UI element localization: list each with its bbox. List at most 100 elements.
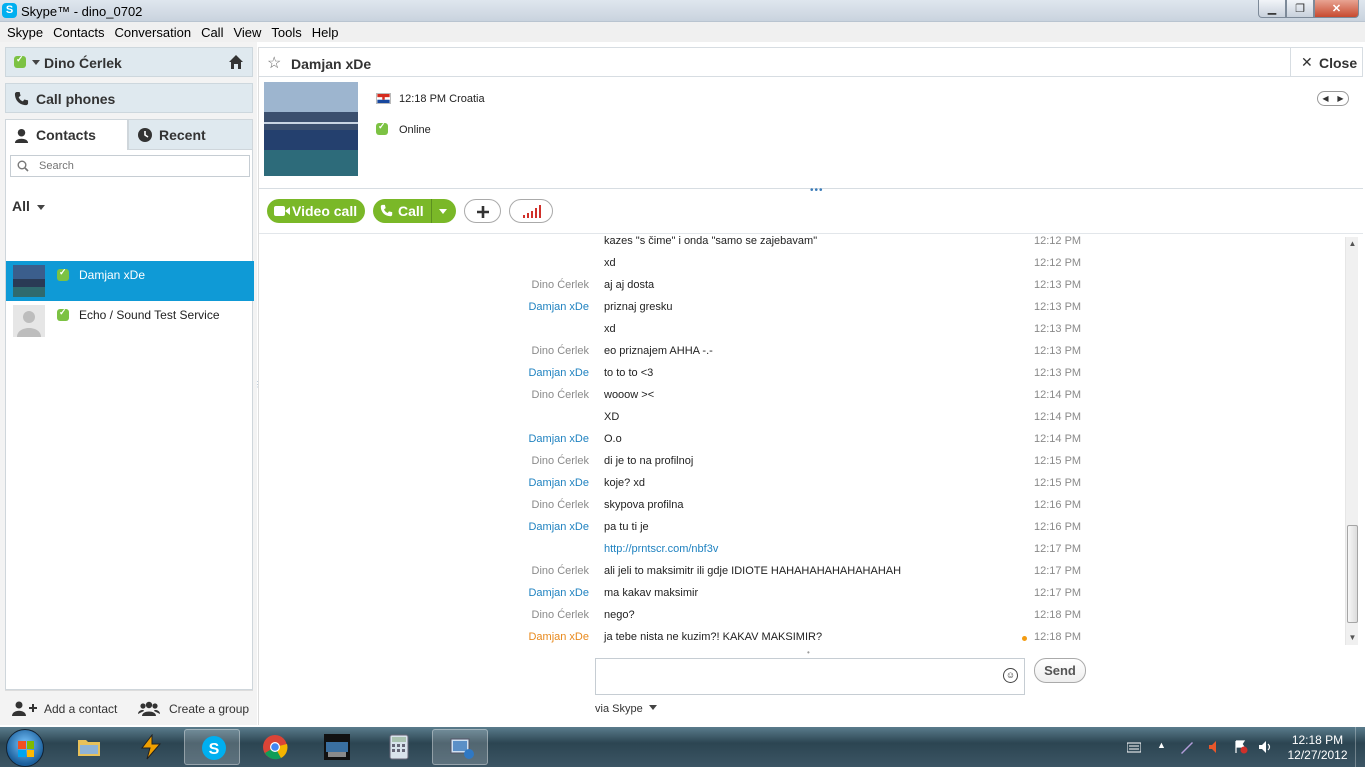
message-author[interactable]: Dino Ćerlek bbox=[532, 389, 589, 401]
chat-message: kazes "s čime" i onda "samo se zajebavam… bbox=[259, 235, 1349, 257]
call-quality-button[interactable] bbox=[509, 199, 553, 223]
message-input[interactable] bbox=[596, 659, 986, 692]
chat-history: kazes "s čime" i onda "samo se zajebavam… bbox=[259, 235, 1349, 655]
add-participant-button[interactable] bbox=[464, 199, 501, 223]
message-author[interactable]: Damjan xDe bbox=[528, 587, 589, 599]
taskbar-screenshot-tool[interactable] bbox=[432, 729, 488, 765]
contacts-filter[interactable]: All bbox=[12, 198, 45, 214]
message-author[interactable]: Damjan xDe bbox=[528, 631, 589, 643]
phone-icon bbox=[14, 91, 29, 106]
arrow-left-icon[interactable]: ◀ bbox=[1322, 94, 1328, 103]
search-input[interactable] bbox=[39, 159, 239, 173]
show-desktop-button[interactable] bbox=[1355, 727, 1365, 767]
composer-resize-grip[interactable]: • bbox=[807, 648, 810, 657]
message-author[interactable]: Damjan xDe bbox=[528, 433, 589, 445]
tab-recent-label: Recent bbox=[159, 127, 206, 143]
conversation-title: Damjan xDe bbox=[291, 56, 372, 72]
close-window-button[interactable]: ✕ bbox=[1314, 0, 1359, 18]
taskbar-skype[interactable]: S bbox=[184, 729, 240, 765]
message-author[interactable]: Damjan xDe bbox=[528, 477, 589, 489]
call-phones-button[interactable]: Call phones bbox=[5, 83, 253, 113]
skype-icon: S bbox=[202, 736, 226, 760]
minimize-button[interactable]: ▁ bbox=[1258, 0, 1286, 18]
message-author[interactable]: Dino Ćerlek bbox=[532, 565, 589, 577]
start-button[interactable] bbox=[6, 729, 44, 767]
message-author[interactable]: Dino Ćerlek bbox=[532, 345, 589, 357]
contacts-panel: All Damjan xDe Echo / Sound Test Service bbox=[5, 150, 254, 690]
menu-help[interactable]: Help bbox=[307, 22, 344, 42]
contact-photo[interactable] bbox=[264, 82, 358, 176]
call-button[interactable]: Call bbox=[373, 199, 456, 223]
message-author[interactable]: Damjan xDe bbox=[528, 521, 589, 533]
message-author[interactable]: Dino Ćerlek bbox=[532, 279, 589, 291]
group-icon bbox=[138, 701, 160, 716]
message-composer: ☺ bbox=[595, 658, 1025, 695]
tab-contacts[interactable]: Contacts bbox=[5, 119, 128, 150]
scroll-up-icon[interactable]: ▲ bbox=[1347, 239, 1358, 251]
taskbar-nfs[interactable] bbox=[308, 729, 364, 765]
message-author[interactable]: Damjan xDe bbox=[528, 367, 589, 379]
call-phones-label: Call phones bbox=[36, 91, 116, 107]
message-text: ja tebe nista ne kuzim?! KAKAV MAKSIMIR? bbox=[604, 631, 823, 643]
contact-item[interactable]: Echo / Sound Test Service bbox=[6, 301, 254, 341]
menu-skype[interactable]: Skype bbox=[2, 22, 48, 42]
local-time: 12:18 PM Croatia bbox=[399, 93, 485, 105]
chat-message: Dino Ćerlek wooow >< 12:14 PM bbox=[259, 389, 1349, 411]
show-hidden-icons[interactable]: ▲ bbox=[1157, 740, 1171, 754]
message-link[interactable]: http://prntscr.com/nbf3v bbox=[604, 543, 718, 555]
contact-name: Damjan xDe bbox=[79, 268, 146, 282]
video-call-button[interactable]: Video call bbox=[267, 199, 365, 223]
pen-icon[interactable] bbox=[1180, 740, 1194, 754]
chevron-down-icon[interactable] bbox=[439, 209, 447, 214]
chat-message: xd 12:12 PM bbox=[259, 257, 1349, 279]
menu-view[interactable]: View bbox=[228, 22, 266, 42]
chat-scrollbar[interactable]: ▲ ▼ bbox=[1345, 237, 1358, 645]
taskbar-chrome[interactable] bbox=[246, 729, 302, 765]
arrow-right-icon[interactable]: ▶ bbox=[1337, 94, 1343, 103]
splitter-handle[interactable]: ⋮ bbox=[254, 381, 262, 389]
message-author[interactable]: Damjan xDe bbox=[528, 301, 589, 313]
message-text: di je to na profilnoj bbox=[604, 455, 694, 467]
message-time: 12:12 PM bbox=[1034, 257, 1082, 269]
chevron-down-icon[interactable] bbox=[32, 60, 40, 65]
contact-item[interactable]: Damjan xDe bbox=[6, 261, 254, 301]
action-center-icon[interactable] bbox=[1234, 740, 1248, 754]
taskbar-calculator[interactable] bbox=[370, 729, 426, 765]
maximize-button[interactable]: ❐ bbox=[1286, 0, 1314, 18]
menu-tools[interactable]: Tools bbox=[266, 22, 306, 42]
message-author[interactable]: Dino Ćerlek bbox=[532, 609, 589, 621]
screenshot-tool-icon bbox=[450, 738, 474, 759]
message-author[interactable]: Dino Ćerlek bbox=[532, 499, 589, 511]
scroll-thumb[interactable] bbox=[1347, 525, 1358, 623]
message-author[interactable]: Dino Ćerlek bbox=[532, 455, 589, 467]
scroll-down-icon[interactable]: ▼ bbox=[1347, 633, 1358, 645]
system-clock[interactable]: 12:18 PM 12/27/2012 bbox=[1285, 733, 1350, 763]
message-time: 12:17 PM bbox=[1034, 543, 1082, 555]
message-text: priznaj gresku bbox=[604, 301, 673, 313]
send-button[interactable]: Send bbox=[1034, 658, 1086, 683]
menu-contacts[interactable]: Contacts bbox=[48, 22, 109, 42]
menu-conversation[interactable]: Conversation bbox=[109, 22, 196, 42]
star-icon[interactable]: ☆ bbox=[267, 53, 281, 73]
message-text: xd bbox=[604, 257, 616, 269]
profile-bar[interactable]: Dino Ćerlek bbox=[5, 47, 253, 77]
home-icon[interactable] bbox=[228, 54, 244, 70]
send-via-selector[interactable]: via Skype bbox=[595, 703, 657, 715]
taskbar-explorer[interactable] bbox=[60, 729, 116, 765]
audio-app-icon[interactable] bbox=[1207, 740, 1221, 754]
close-conversation-button[interactable]: ✕ Close bbox=[1290, 48, 1362, 77]
message-text: nego? bbox=[604, 609, 635, 621]
tab-recent[interactable]: Recent bbox=[128, 119, 253, 150]
button-divider bbox=[431, 199, 432, 223]
online-status-icon bbox=[57, 267, 69, 281]
keyboard-icon[interactable] bbox=[1127, 740, 1141, 754]
profile-nav-arrows[interactable]: ◀ ▶ bbox=[1317, 91, 1349, 106]
menu-call[interactable]: Call bbox=[196, 22, 228, 42]
emoticon-icon[interactable]: ☺ bbox=[1003, 668, 1018, 683]
call-label: Call bbox=[398, 203, 424, 219]
chat-message: Damjan xDe koje? xd 12:15 PM bbox=[259, 477, 1349, 499]
volume-icon[interactable] bbox=[1258, 740, 1272, 754]
create-group-button[interactable]: Create a group bbox=[130, 691, 253, 726]
add-contact-button[interactable]: Add a contact bbox=[5, 691, 128, 726]
taskbar-winamp[interactable] bbox=[122, 729, 178, 765]
